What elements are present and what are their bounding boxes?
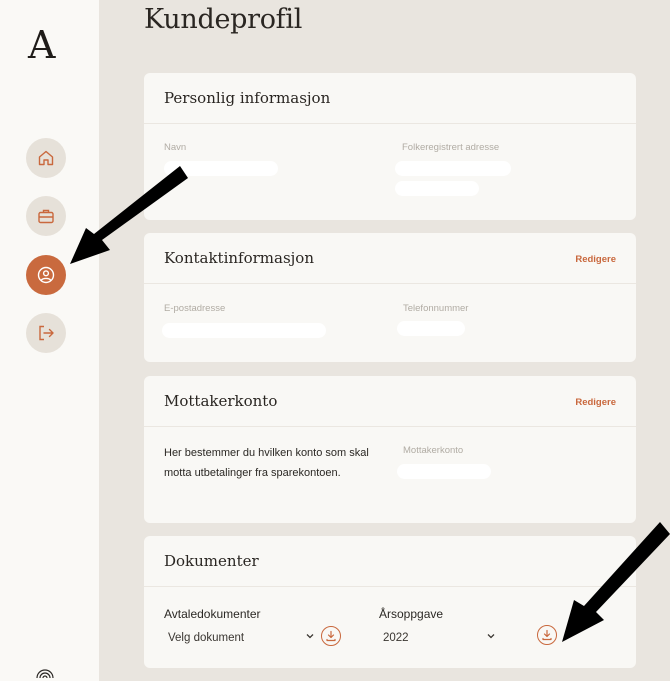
personal-info-card: Personlig informasjon Navn Folkeregistre… <box>144 73 636 220</box>
download-icon <box>542 629 552 641</box>
annual-statement-select[interactable]: 2022 <box>383 632 409 644</box>
sidebar: A <box>0 0 99 681</box>
agreement-documents-label: Avtaledokumenter <box>164 607 261 621</box>
contact-info-card: Kontaktinformasjon Redigere E-postadress… <box>144 233 636 362</box>
chevron-down-icon[interactable] <box>305 631 315 641</box>
edit-account-link[interactable]: Redigere <box>575 397 616 408</box>
recipient-account-card: Mottakerkonto Redigere Her bestemmer du … <box>144 376 636 523</box>
logout-icon <box>39 325 54 341</box>
page-title: Kundeprofil <box>144 4 303 35</box>
email-value-redacted <box>162 323 326 338</box>
edit-contact-link[interactable]: Redigere <box>575 254 616 265</box>
nav-briefcase-button[interactable] <box>26 196 66 236</box>
download-agreement-button[interactable] <box>321 626 341 646</box>
download-annual-statement-button[interactable] <box>537 625 557 645</box>
user-circle-icon <box>37 266 55 284</box>
card-header: Kontaktinformasjon Redigere <box>144 233 636 284</box>
address-value-redacted <box>395 161 511 176</box>
nav-logout-button[interactable] <box>26 313 66 353</box>
nav-profile-button[interactable] <box>26 255 66 295</box>
address-label: Folkeregistrert adresse <box>402 142 500 153</box>
annotation-arrow-download <box>562 522 670 642</box>
address-value-redacted-line-2 <box>395 181 479 196</box>
download-icon <box>326 630 336 642</box>
nav-home-button[interactable] <box>26 138 66 178</box>
chevron-down-icon[interactable] <box>486 631 496 641</box>
card-title: Personlig informasjon <box>164 89 331 107</box>
card-title: Mottakerkonto <box>164 392 278 410</box>
phone-label: Telefonnummer <box>403 303 469 314</box>
annotation-arrow-profile <box>70 166 188 264</box>
briefcase-icon <box>38 209 54 224</box>
annual-statement-label: Årsoppgave <box>379 607 444 621</box>
home-icon <box>38 150 54 166</box>
agreement-select[interactable]: Velg dokument <box>168 632 244 644</box>
card-header: Mottakerkonto Redigere <box>144 376 636 427</box>
account-description: Her bestemmer du hvilken konto som skal … <box>164 447 369 479</box>
account-value-redacted <box>397 464 491 479</box>
card-header: Personlig informasjon <box>144 73 636 124</box>
card-title: Dokumenter <box>164 552 259 570</box>
brand-logo[interactable]: A <box>28 26 55 64</box>
phone-value-redacted <box>397 321 465 336</box>
email-label: E-postadresse <box>164 303 226 314</box>
name-label: Navn <box>164 142 187 153</box>
fingerprint-icon[interactable] <box>34 668 56 681</box>
account-label: Mottakerkonto <box>403 445 464 456</box>
